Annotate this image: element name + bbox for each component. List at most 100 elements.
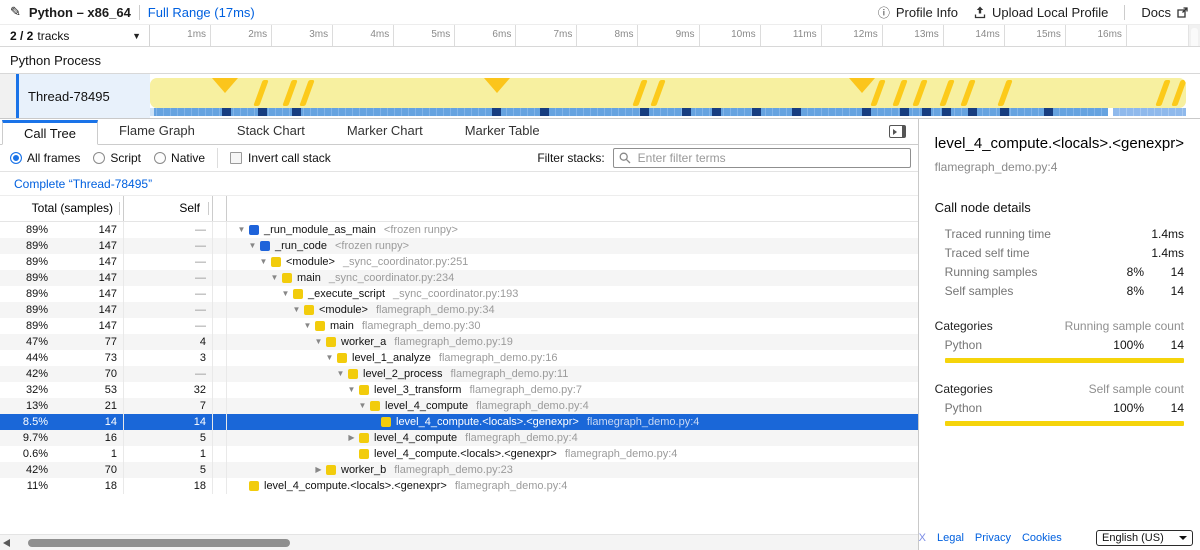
timeline-tick: 15ms bbox=[1005, 25, 1066, 46]
call-tree-row[interactable]: 42%705▶worker_bflamegraph_demo.py:23 bbox=[0, 462, 918, 478]
footer-link-privacy[interactable]: Privacy bbox=[975, 532, 1011, 544]
expand-open-icon[interactable]: ▼ bbox=[278, 286, 293, 302]
function-name: main bbox=[330, 318, 354, 334]
profile-info-button[interactable]: ⓘ Profile Info bbox=[878, 4, 958, 21]
activity-band bbox=[150, 78, 1186, 108]
invert-call-stack-checkbox[interactable]: Invert call stack bbox=[230, 151, 331, 165]
total-cell: 13%21 bbox=[0, 398, 124, 414]
upload-local-profile-button[interactable]: Upload Local Profile bbox=[974, 5, 1108, 20]
expand-open-icon[interactable]: ▼ bbox=[355, 398, 370, 414]
breadcrumb-complete-thread[interactable]: Complete “Thread-78495” bbox=[14, 177, 152, 191]
expand-open-icon[interactable]: ▼ bbox=[333, 366, 348, 382]
sidebar-toggle-button[interactable] bbox=[889, 125, 906, 138]
call-tree-row[interactable]: 89%147—▼<module>_sync_coordinator.py:251 bbox=[0, 254, 918, 270]
function-file: flamegraph_demo.py:11 bbox=[451, 366, 569, 382]
call-tree-row[interactable]: 42%70—▼level_2_processflamegraph_demo.py… bbox=[0, 366, 918, 382]
expand-open-icon[interactable]: ▼ bbox=[300, 318, 315, 334]
function-file: _sync_coordinator.py:251 bbox=[343, 254, 468, 270]
docs-label: Docs bbox=[1141, 5, 1171, 20]
expand-open-icon[interactable]: ▼ bbox=[245, 238, 260, 254]
radio-script[interactable]: Script bbox=[93, 151, 141, 165]
expand-open-icon[interactable]: ▼ bbox=[256, 254, 271, 270]
call-tree-row[interactable]: 89%147—▼<module>flamegraph_demo.py:34 bbox=[0, 302, 918, 318]
radio-label: Script bbox=[110, 151, 141, 165]
timeline-tick-strip[interactable]: 1ms2ms3ms4ms5ms6ms7ms8ms9ms10ms11ms12ms1… bbox=[150, 25, 1188, 46]
expand-open-icon[interactable]: ▼ bbox=[344, 382, 359, 398]
page-footer: X Legal Privacy Cookies English (US) bbox=[919, 530, 1193, 546]
filter-stacks-input[interactable] bbox=[613, 148, 911, 168]
tracks-visibility-dropdown[interactable]: 2 / 2 tracks ▼ bbox=[0, 25, 150, 46]
edit-profile-name-icon[interactable]: ✎ bbox=[10, 4, 21, 20]
total-count: 147 bbox=[48, 222, 123, 238]
call-tree-row[interactable]: 9.7%165▶level_4_computeflamegraph_demo.p… bbox=[0, 430, 918, 446]
total-count: 1 bbox=[48, 446, 123, 462]
tab-marker-table[interactable]: Marker Table bbox=[444, 119, 561, 144]
footer-link-x[interactable]: X bbox=[919, 532, 926, 544]
full-range-button[interactable]: Full Range (17ms) bbox=[148, 5, 255, 20]
sample-strip-tail bbox=[1113, 108, 1186, 116]
scroll-left-arrow-icon[interactable] bbox=[3, 539, 10, 547]
self-cell: 4 bbox=[124, 334, 213, 350]
radio-native[interactable]: Native bbox=[154, 151, 205, 165]
call-tree-row[interactable]: 8.5%1414level_4_compute.<locals>.<genexp… bbox=[0, 414, 918, 430]
call-tree-row[interactable]: 44%733▼level_1_analyzeflamegraph_demo.py… bbox=[0, 350, 918, 366]
function-name: level_4_compute.<locals>.<genexpr> bbox=[396, 414, 579, 430]
function-cell: ▶level_4_computeflamegraph_demo.py:4 bbox=[227, 430, 918, 446]
call-tree-row[interactable]: 11%1818level_4_compute.<locals>.<genexpr… bbox=[0, 478, 918, 494]
expand-open-icon[interactable]: ▼ bbox=[322, 350, 337, 366]
call-node-sidebar: level_4_compute.<locals>.<genexpr> flame… bbox=[918, 118, 1200, 550]
call-tree-row[interactable]: 89%147—▼mainflamegraph_demo.py:30 bbox=[0, 318, 918, 334]
sample-dark-segment bbox=[792, 108, 801, 116]
category-python-icon bbox=[337, 353, 347, 363]
call-tree-row[interactable]: 89%147—▼main_sync_coordinator.py:234 bbox=[0, 270, 918, 286]
column-header-self[interactable]: Self bbox=[124, 196, 213, 221]
category-python-icon bbox=[359, 385, 369, 395]
expand-collapsed-icon[interactable]: ▶ bbox=[311, 462, 326, 478]
radio-all-frames[interactable]: All frames bbox=[10, 151, 80, 165]
horizontal-scrollbar-thumb[interactable] bbox=[28, 539, 290, 547]
self-cell: 7 bbox=[124, 398, 213, 414]
tab-marker-chart[interactable]: Marker Chart bbox=[326, 119, 444, 144]
expand-collapsed-icon[interactable]: ▶ bbox=[344, 430, 359, 446]
sample-dark-segment bbox=[492, 108, 501, 116]
function-cell: level_4_compute.<locals>.<genexpr>flameg… bbox=[227, 414, 918, 430]
call-tree-row[interactable]: 89%147—▼_execute_script_sync_coordinator… bbox=[0, 286, 918, 302]
call-tree-row[interactable]: 0.6%11level_4_compute.<locals>.<genexpr>… bbox=[0, 446, 918, 462]
sample-dark-segment bbox=[222, 108, 231, 116]
language-select[interactable]: English (US) bbox=[1096, 530, 1193, 546]
horizontal-scrollbar[interactable] bbox=[0, 534, 918, 550]
panel-toggle-icon bbox=[893, 129, 897, 135]
track-process-header[interactable]: Python Process bbox=[0, 46, 1200, 74]
tab-stack-chart[interactable]: Stack Chart bbox=[216, 119, 326, 144]
total-percent: 89% bbox=[0, 238, 48, 254]
call-tree-row[interactable]: 89%147—▼_run_module_as_main<frozen runpy… bbox=[0, 222, 918, 238]
expand-open-icon[interactable]: ▼ bbox=[267, 270, 282, 286]
timeline-ruler: 2 / 2 tracks ▼ 1ms2ms3ms4ms5ms6ms7ms8ms9… bbox=[0, 25, 1200, 46]
call-tree-row[interactable]: 32%5332▼level_3_transformflamegraph_demo… bbox=[0, 382, 918, 398]
track-reorder-gutter[interactable] bbox=[0, 74, 16, 118]
total-cell: 42%70 bbox=[0, 462, 124, 478]
expand-open-icon[interactable]: ▼ bbox=[311, 334, 326, 350]
docs-link[interactable]: Docs bbox=[1141, 5, 1188, 20]
call-tree-row[interactable]: 89%147—▼_run_code<frozen runpy> bbox=[0, 238, 918, 254]
thread-activity-graph[interactable] bbox=[150, 74, 1188, 118]
footer-link-cookies[interactable]: Cookies bbox=[1022, 532, 1062, 544]
call-tree-row[interactable]: 13%217▼level_4_computeflamegraph_demo.py… bbox=[0, 398, 918, 414]
total-percent: 11% bbox=[0, 478, 48, 494]
call-tree-row[interactable]: 47%774▼worker_aflamegraph_demo.py:19 bbox=[0, 334, 918, 350]
detail-label: Self samples bbox=[935, 284, 1098, 298]
tab-call-tree[interactable]: Call Tree bbox=[2, 120, 98, 145]
marker-slash bbox=[1155, 80, 1170, 106]
timeline-tick-label: 7ms bbox=[516, 25, 576, 45]
tab-flame-graph[interactable]: Flame Graph bbox=[98, 119, 216, 144]
track-thread-label[interactable]: Thread-78495 bbox=[19, 74, 150, 118]
expand-open-icon[interactable]: ▼ bbox=[234, 222, 249, 238]
timeline-tick: 13ms bbox=[883, 25, 944, 46]
category-python-icon bbox=[370, 401, 380, 411]
column-header-total[interactable]: Total (samples) bbox=[0, 196, 124, 221]
category-python-icon bbox=[326, 465, 336, 475]
timeline-tick: 14ms bbox=[944, 25, 1005, 46]
footer-link-legal[interactable]: Legal bbox=[937, 532, 964, 544]
function-name: <module> bbox=[319, 302, 368, 318]
expand-open-icon[interactable]: ▼ bbox=[289, 302, 304, 318]
